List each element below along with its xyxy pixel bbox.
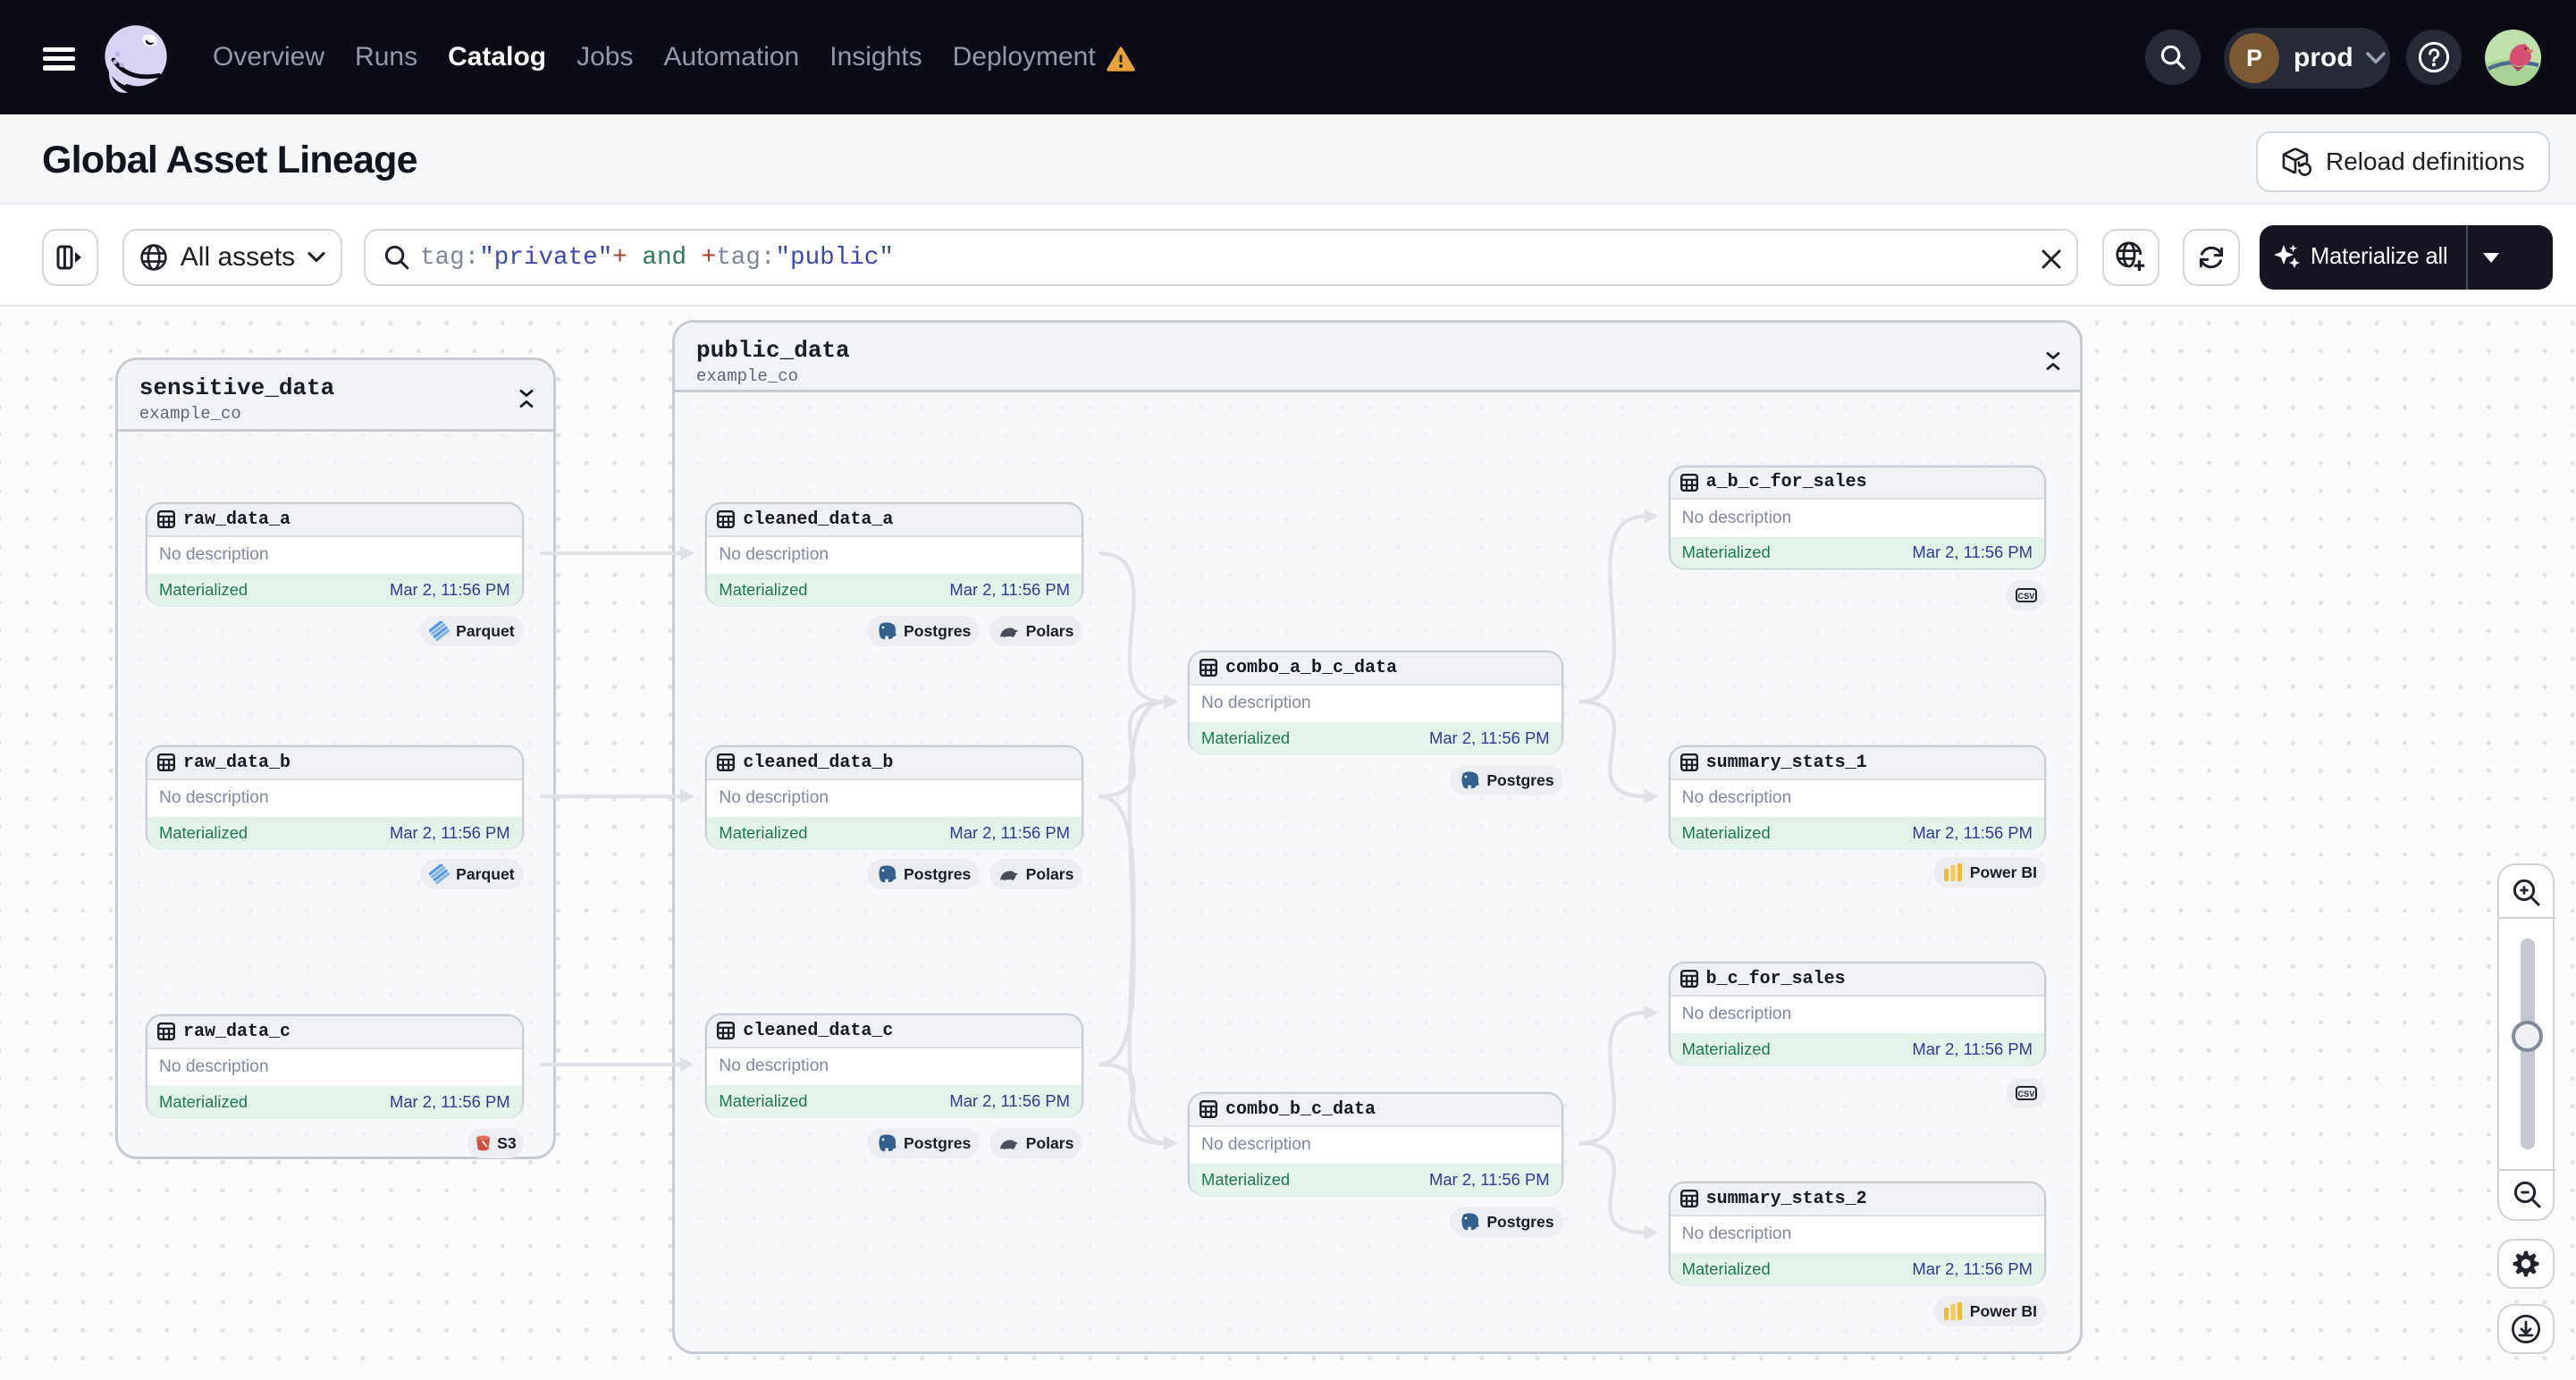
svg-text:CSV: CSV	[2017, 592, 2035, 601]
svg-text:CSV: CSV	[2017, 1090, 2035, 1098]
